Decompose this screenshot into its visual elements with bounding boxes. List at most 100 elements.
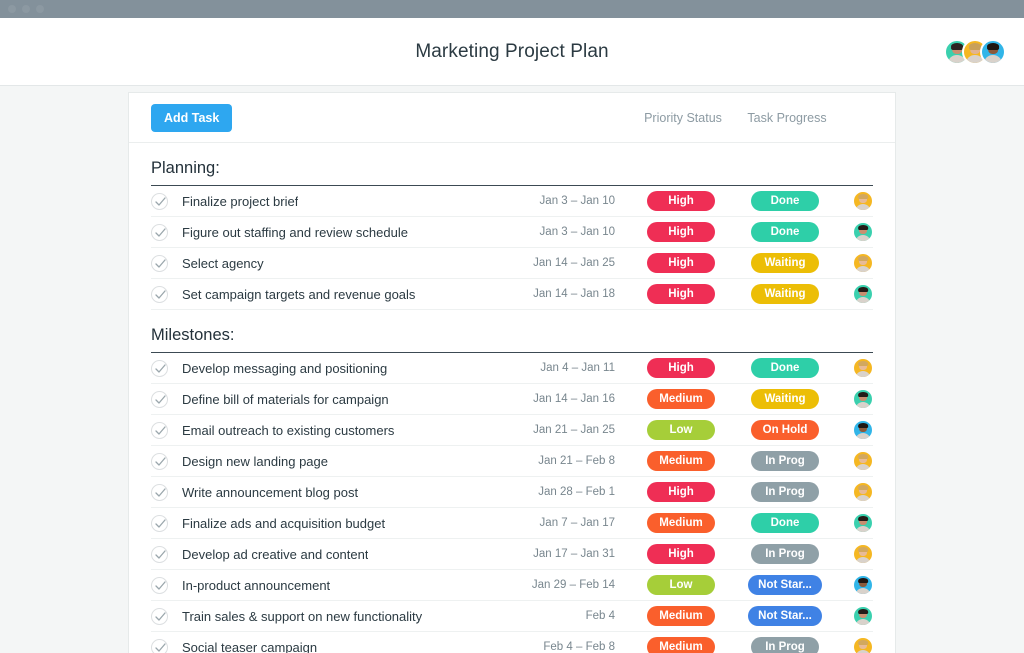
assignee-avatar[interactable] [853, 389, 873, 409]
assignee-avatar[interactable] [853, 451, 873, 471]
task-checkbox-icon[interactable] [151, 515, 168, 532]
task-name[interactable]: Design new landing page [182, 454, 328, 469]
task-checkbox-icon[interactable] [151, 546, 168, 563]
priority-badge[interactable]: Medium [647, 606, 715, 626]
progress-badge[interactable]: Not Star... [748, 606, 822, 626]
priority-badge[interactable]: High [647, 284, 715, 304]
priority-badge[interactable]: High [647, 253, 715, 273]
assignee-avatar[interactable] [853, 482, 873, 502]
assignee-avatar[interactable] [853, 513, 873, 533]
task-date-range[interactable]: Jan 4 – Jan 11 [540, 362, 629, 374]
priority-badge[interactable]: High [647, 191, 715, 211]
priority-badge[interactable]: High [647, 358, 715, 378]
progress-badge[interactable]: Done [751, 513, 819, 533]
task-checkbox-icon[interactable] [151, 453, 168, 470]
task-checkbox-icon[interactable] [151, 577, 168, 594]
task-row[interactable]: Figure out staffing and review schedule J… [151, 217, 873, 248]
task-checkbox-icon[interactable] [151, 193, 168, 210]
task-date-range[interactable]: Jan 21 – Feb 8 [538, 455, 629, 467]
assignee-avatar[interactable] [853, 358, 873, 378]
priority-badge[interactable]: High [647, 222, 715, 242]
task-date-range[interactable]: Jan 29 – Feb 14 [532, 579, 629, 591]
task-date-range[interactable]: Jan 28 – Feb 1 [538, 486, 629, 498]
task-row[interactable]: Write announcement blog post Jan 28 – Feb… [151, 477, 873, 508]
task-row[interactable]: Email outreach to existing customers Jan … [151, 415, 873, 446]
priority-badge[interactable]: Medium [647, 451, 715, 471]
assignee-avatar[interactable] [853, 222, 873, 242]
task-name[interactable]: Define bill of materials for campaign [182, 392, 389, 407]
task-row[interactable]: Design new landing page Jan 21 – Feb 8 Med… [151, 446, 873, 477]
priority-badge[interactable]: High [647, 482, 715, 502]
progress-badge[interactable]: In Prog [751, 544, 819, 564]
task-row[interactable]: Finalize project brief Jan 3 – Jan 10 High… [151, 186, 873, 217]
assignee-avatar[interactable] [853, 637, 873, 653]
assignee-avatar[interactable] [853, 544, 873, 564]
task-name[interactable]: Write announcement blog post [182, 485, 358, 500]
task-checkbox-icon[interactable] [151, 224, 168, 241]
progress-badge[interactable]: Done [751, 222, 819, 242]
task-date-range[interactable]: Jan 3 – Jan 10 [540, 195, 629, 207]
assignee-avatar[interactable] [853, 191, 873, 211]
task-date-range[interactable]: Feb 4 [586, 610, 629, 622]
progress-badge[interactable]: In Prog [751, 482, 819, 502]
task-checkbox-icon[interactable] [151, 484, 168, 501]
task-row[interactable]: Set campaign targets and revenue goals Ja… [151, 279, 873, 310]
task-checkbox-icon[interactable] [151, 391, 168, 408]
task-row[interactable]: Select agencyJan 14 – Jan 25HighWaiting [151, 248, 873, 279]
progress-badge[interactable]: Not Star... [748, 575, 822, 595]
task-checkbox-icon[interactable] [151, 422, 168, 439]
task-row[interactable]: Define bill of materials for campaign Jan… [151, 384, 873, 415]
progress-badge[interactable]: Waiting [751, 284, 819, 304]
task-checkbox-icon[interactable] [151, 255, 168, 272]
progress-badge[interactable]: On Hold [751, 420, 819, 440]
task-date-range[interactable]: Jan 3 – Jan 10 [540, 226, 629, 238]
priority-badge[interactable]: Low [647, 575, 715, 595]
task-checkbox-icon[interactable] [151, 286, 168, 303]
task-date-range[interactable]: Jan 14 – Jan 25 [533, 257, 629, 269]
task-date-range[interactable]: Jan 14 – Jan 16 [533, 393, 629, 405]
task-date-range[interactable]: Feb 4 – Feb 8 [543, 641, 629, 653]
task-name[interactable]: In-product announcement [182, 578, 330, 593]
task-row[interactable]: Finalize ads and acquisition budget Jan 7… [151, 508, 873, 539]
task-name[interactable]: Set campaign targets and revenue goals [182, 287, 415, 302]
progress-badge[interactable]: Done [751, 358, 819, 378]
task-name[interactable]: Develop ad creative and content [182, 547, 368, 562]
priority-badge[interactable]: Medium [647, 513, 715, 533]
task-date-range[interactable]: Jan 14 – Jan 18 [533, 288, 629, 300]
maximize-icon[interactable] [36, 5, 44, 13]
minimize-icon[interactable] [22, 5, 30, 13]
task-row[interactable]: Develop messaging and positioning Jan 4 –… [151, 353, 873, 384]
progress-badge[interactable]: Waiting [751, 389, 819, 409]
progress-badge[interactable]: In Prog [751, 637, 819, 653]
task-date-range[interactable]: Jan 7 – Jan 17 [540, 517, 629, 529]
priority-badge[interactable]: Medium [647, 389, 715, 409]
assignee-avatar[interactable] [853, 284, 873, 304]
task-row[interactable]: Train sales & support on new functionali… [151, 601, 873, 632]
assignee-avatar[interactable] [853, 420, 873, 440]
priority-badge[interactable]: Medium [647, 637, 715, 653]
header-avatar-3[interactable] [980, 39, 1006, 65]
task-date-range[interactable]: Jan 21 – Jan 25 [533, 424, 629, 436]
task-checkbox-icon[interactable] [151, 608, 168, 625]
task-row[interactable]: Social teaser campaign Feb 4 – Feb 8 Mediu… [151, 632, 873, 653]
task-name[interactable]: Finalize project brief [182, 194, 298, 209]
assignee-avatar[interactable] [853, 606, 873, 626]
task-name[interactable]: Train sales & support on new functionali… [182, 609, 422, 624]
task-date-range[interactable]: Jan 17 – Jan 31 [533, 548, 629, 560]
task-row[interactable]: Develop ad creative and content Jan 17 – … [151, 539, 873, 570]
task-name[interactable]: Social teaser campaign [182, 640, 317, 653]
priority-badge[interactable]: Low [647, 420, 715, 440]
task-checkbox-icon[interactable] [151, 360, 168, 377]
close-icon[interactable] [8, 5, 16, 13]
task-checkbox-icon[interactable] [151, 639, 168, 653]
task-name[interactable]: Develop messaging and positioning [182, 361, 387, 376]
add-task-button[interactable]: Add Task [151, 104, 232, 132]
task-name[interactable]: Email outreach to existing customers [182, 423, 394, 438]
progress-badge[interactable]: Done [751, 191, 819, 211]
progress-badge[interactable]: Waiting [751, 253, 819, 273]
task-name[interactable]: Figure out staffing and review schedule [182, 225, 408, 240]
priority-badge[interactable]: High [647, 544, 715, 564]
task-row[interactable]: In-product announcement Jan 29 – Feb 14 Lo… [151, 570, 873, 601]
task-name[interactable]: Finalize ads and acquisition budget [182, 516, 385, 531]
progress-badge[interactable]: In Prog [751, 451, 819, 471]
